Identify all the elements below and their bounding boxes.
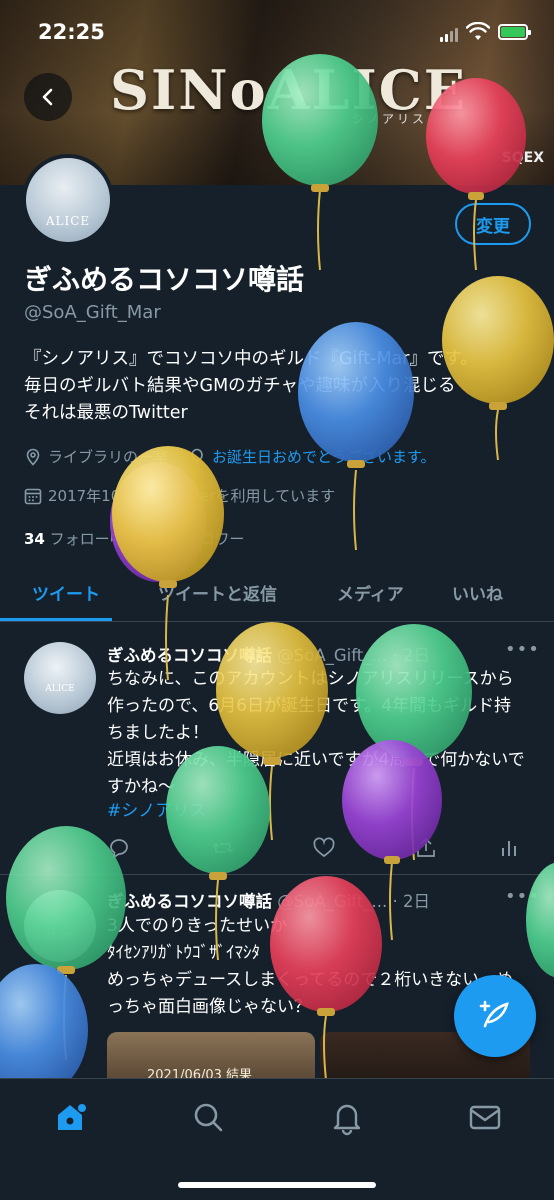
profile-joined: 2017年10月からTwitterを利用しています xyxy=(48,487,336,505)
following-link[interactable]: 34 フォロー中 xyxy=(24,530,125,548)
banner-subtitle: シノアリス xyxy=(352,112,428,126)
share-icon[interactable] xyxy=(414,836,438,860)
profile-location: ライブラリの一室 xyxy=(48,448,169,466)
media-caption: 2021/06/03 結果 xyxy=(147,1068,253,1078)
balloon-purple-left xyxy=(110,462,206,582)
wifi-icon xyxy=(466,22,490,40)
status-bar: 22:25 xyxy=(0,0,554,60)
balloon-icon xyxy=(191,448,203,465)
tweet-text: ちなみに、このアカウントはシノアリスリリースから作ったので、6月6日が誕生日です… xyxy=(107,669,525,797)
profile-tabs: ツイート ツイートと返信 メディア いいね xyxy=(0,566,554,622)
tweet-avatar[interactable]: ALICE xyxy=(24,642,96,714)
tab-likes[interactable]: いいね xyxy=(452,580,503,605)
calendar-icon xyxy=(24,488,42,504)
profile-display-name: ぎふめるコソコソ噂話 xyxy=(24,263,305,296)
profile-birthday: お誕生日おめでとうございます。 xyxy=(212,448,436,466)
compose-feather-icon xyxy=(479,1000,509,1028)
balloon-blue-bottom-left xyxy=(0,964,88,1096)
reply-icon[interactable] xyxy=(107,836,131,860)
tab-indicator xyxy=(0,618,112,621)
tweet-author-name[interactable]: ぎふめるコソコソ噂話 xyxy=(107,646,272,665)
more-options-icon[interactable]: ••• xyxy=(505,639,540,660)
back-button[interactable] xyxy=(24,73,72,121)
like-icon[interactable] xyxy=(312,836,336,860)
retweet-icon[interactable] xyxy=(211,836,235,860)
search-icon[interactable] xyxy=(188,1097,228,1137)
tweet-divider xyxy=(0,874,554,875)
tweet-author-handle: @SoA_Gift_... xyxy=(277,646,388,665)
tab-media[interactable]: メディア xyxy=(337,580,404,605)
profile-avatar[interactable]: ALICE xyxy=(22,154,114,246)
balloon-green-right-edge xyxy=(526,862,554,978)
notifications-icon[interactable] xyxy=(327,1097,367,1137)
profile-bio: 『シノアリス』でコソコソ中のギルド『Gift-Mar』です。 毎日のギルバト結果… xyxy=(24,349,478,423)
tweet-header: ぎふめるコソコソ噂話 @SoA_Gift_... · 2日 xyxy=(107,888,430,912)
edit-profile-button[interactable]: 変更 xyxy=(455,203,531,245)
tweet-time: · 2日 xyxy=(392,646,430,665)
tweet-author-handle: @SoA_Gift_... xyxy=(277,892,388,911)
analytics-icon[interactable] xyxy=(497,836,521,860)
home-indicator xyxy=(178,1182,376,1188)
cellular-signal-icon xyxy=(440,26,460,42)
avatar-caption: ALICE xyxy=(45,214,91,228)
tweet-actions xyxy=(107,836,527,860)
tweet-time: · 2日 xyxy=(392,892,430,911)
tab-tweets-and-replies[interactable]: ツイートと返信 xyxy=(158,580,277,605)
followers-link[interactable]: 31 フォロワー xyxy=(144,530,245,548)
more-options-icon[interactable]: ••• xyxy=(505,886,540,907)
profile-handle: @SoA_Gift_Mar xyxy=(24,302,161,323)
compose-tweet-button[interactable] xyxy=(454,975,536,1057)
tab-tweets[interactable]: ツイート xyxy=(32,580,100,605)
status-time: 22:25 xyxy=(38,20,105,44)
home-icon[interactable] xyxy=(50,1097,90,1137)
battery-icon xyxy=(498,24,531,40)
tweet-author-name[interactable]: ぎふめるコソコソ噂話 xyxy=(107,892,272,911)
profile-joined-row: 2017年10月からTwitterを利用しています xyxy=(24,485,335,506)
messages-icon[interactable] xyxy=(465,1097,505,1137)
tweet-hashtag[interactable]: #シノアリス xyxy=(107,798,527,825)
location-icon xyxy=(26,448,40,466)
profile-meta-row: ライブラリの一室 お誕生日おめでとうございます。 xyxy=(24,446,436,467)
banner-brand: SQEX xyxy=(501,150,544,166)
tweet-media-image[interactable]: 2021/06/03 結果 xyxy=(107,1032,315,1078)
back-arrow-icon xyxy=(42,88,53,106)
follow-counts: 34 フォロー中 31 フォロワー xyxy=(24,528,244,549)
tweet-header: ぎふめるコソコソ噂話 @SoA_Gift_... · 2日 xyxy=(107,642,430,666)
tweet-avatar[interactable]: ALICE xyxy=(24,890,96,962)
